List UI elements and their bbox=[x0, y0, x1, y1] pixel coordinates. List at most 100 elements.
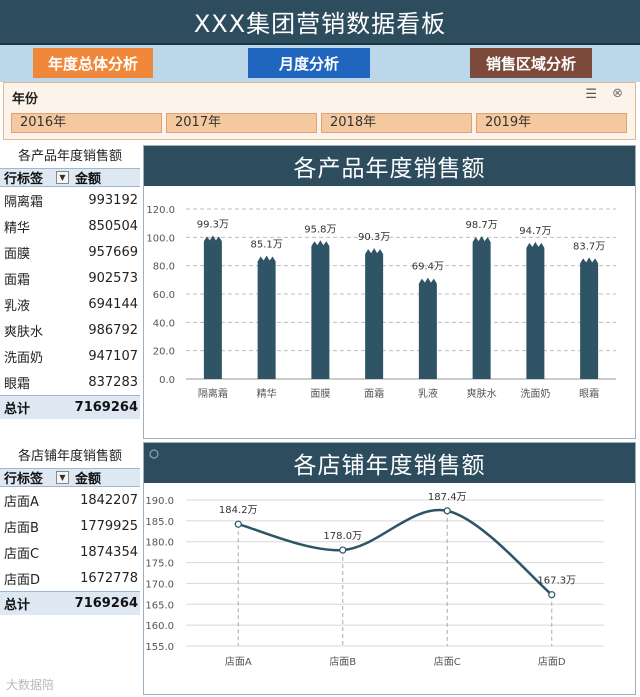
line-point[interactable] bbox=[339, 546, 347, 554]
line-point[interactable] bbox=[443, 507, 451, 515]
y-tick-label: 120.0 bbox=[146, 205, 175, 216]
point-data-label: 187.4万 bbox=[428, 492, 467, 503]
table-row[interactable]: 面膜 957669 bbox=[0, 239, 140, 265]
bar-data-label: 69.4万 bbox=[412, 262, 444, 273]
y-tick-label: 155.0 bbox=[145, 642, 174, 653]
row-amount: 947107 bbox=[88, 348, 138, 364]
table-row[interactable]: 洗面奶 947107 bbox=[0, 343, 140, 369]
slicer-year-2018[interactable]: 2018年 bbox=[321, 113, 472, 133]
bar[interactable] bbox=[203, 235, 222, 379]
x-tick-label: 店面A bbox=[225, 655, 252, 668]
x-tick-label: 店面C bbox=[434, 655, 461, 668]
table-row[interactable]: 店面C 1874354 bbox=[0, 539, 140, 565]
y-tick-label: 190.0 bbox=[145, 496, 174, 507]
product-table-title: 各产品年度销售额 bbox=[17, 149, 122, 164]
x-tick-label: 店面D bbox=[538, 655, 566, 668]
line-point[interactable] bbox=[548, 591, 556, 599]
bar-data-label: 83.7万 bbox=[573, 241, 605, 252]
total-row[interactable]: 总计 7169264 bbox=[0, 395, 140, 419]
store-table-title: 各店铺年度销售额 bbox=[17, 449, 122, 464]
product-sales-chart[interactable]: 各产品年度销售额 0.0 20.0 40.0 60.0 80.0 100.0 120.0 99… bbox=[143, 145, 636, 439]
x-tick-label: 精华 bbox=[257, 387, 277, 400]
row-label: 面膜 bbox=[4, 246, 31, 262]
y-tick-label: 60.0 bbox=[153, 290, 175, 301]
table-row[interactable]: 乳液 694144 bbox=[0, 291, 140, 317]
table-row[interactable]: 店面D 1672778 bbox=[0, 565, 140, 591]
annual-analysis-button[interactable]: 年度总体分析 bbox=[33, 48, 153, 78]
row-label: 精华 bbox=[4, 220, 31, 236]
total-row[interactable]: 总计 7169264 bbox=[0, 591, 140, 615]
row-label: 隔离霜 bbox=[4, 194, 44, 210]
x-tick-label: 店面B bbox=[329, 655, 356, 668]
product-table-header: 行标签 ▼ 金额 bbox=[0, 168, 140, 187]
table-row[interactable]: 店面A 1842207 bbox=[0, 487, 140, 513]
bar[interactable] bbox=[365, 248, 384, 379]
amount-header: 金额 bbox=[75, 172, 102, 187]
bar[interactable] bbox=[526, 241, 545, 379]
row-label: 乳液 bbox=[4, 298, 31, 314]
total-amount: 7169264 bbox=[74, 400, 138, 415]
row-label: 洗面奶 bbox=[4, 350, 44, 366]
bar-data-label: 94.7万 bbox=[519, 226, 551, 237]
row-label-header: 行标签 bbox=[4, 472, 44, 487]
row-label: 店面A bbox=[4, 494, 39, 510]
product-bar-plot: 0.0 20.0 40.0 60.0 80.0 100.0 120.0 99.3万隔离霜 85.… bbox=[146, 205, 616, 400]
table-row[interactable]: 精华 850504 bbox=[0, 213, 140, 239]
store-pivot-table: 各店铺年度销售额 行标签 ▼ 金额 店面A 1842207 店面B 1779925 … bbox=[0, 446, 140, 615]
y-tick-label: 175.0 bbox=[145, 559, 174, 570]
bar-data-label: 98.7万 bbox=[465, 220, 497, 231]
bar[interactable] bbox=[257, 255, 276, 379]
point-data-label: 184.2万 bbox=[219, 505, 258, 516]
y-tick-label: 20.0 bbox=[153, 347, 175, 358]
y-tick-label: 170.0 bbox=[145, 579, 174, 590]
row-amount: 694144 bbox=[88, 296, 138, 312]
x-tick-label: 爽肤水 bbox=[467, 387, 497, 400]
filter-dropdown-icon[interactable]: ▼ bbox=[56, 171, 69, 184]
bar-data-label: 95.8万 bbox=[304, 224, 336, 235]
row-amount: 1842207 bbox=[80, 492, 138, 508]
bar[interactable] bbox=[311, 240, 330, 379]
y-tick-label: 100.0 bbox=[146, 233, 175, 244]
table-row[interactable]: 面霜 902573 bbox=[0, 265, 140, 291]
y-tick-label: 160.0 bbox=[145, 621, 174, 632]
y-tick-label: 165.0 bbox=[145, 600, 174, 611]
bar[interactable] bbox=[580, 257, 599, 379]
point-data-label: 178.0万 bbox=[323, 531, 362, 542]
slicer-year-2016[interactable]: 2016年 bbox=[11, 113, 162, 133]
slicer-title: 年份 bbox=[12, 92, 39, 107]
row-amount: 1672778 bbox=[80, 570, 138, 586]
multi-select-icon[interactable]: ☰ bbox=[585, 87, 597, 102]
bar[interactable] bbox=[418, 277, 437, 379]
total-label: 总计 bbox=[4, 402, 31, 417]
row-label: 店面D bbox=[4, 572, 41, 588]
x-tick-label: 隔离霜 bbox=[198, 387, 228, 400]
x-tick-label: 面膜 bbox=[310, 388, 330, 400]
row-label: 店面C bbox=[4, 546, 40, 562]
slicer-year-2019[interactable]: 2019年 bbox=[476, 113, 627, 133]
line-point[interactable] bbox=[234, 520, 242, 528]
dashboard-header: XXX集团营销数据看板 bbox=[0, 0, 640, 45]
dashboard-title: XXX集团营销数据看板 bbox=[193, 10, 447, 38]
y-tick-label: 0.0 bbox=[159, 375, 175, 386]
chart-handle-icon[interactable] bbox=[149, 449, 159, 459]
clear-filter-icon[interactable]: ⊗ bbox=[612, 86, 623, 101]
row-label: 店面B bbox=[4, 520, 39, 536]
slicer-year-2017[interactable]: 2017年 bbox=[166, 113, 317, 133]
table-row[interactable]: 店面B 1779925 bbox=[0, 513, 140, 539]
row-label: 爽肤水 bbox=[4, 324, 44, 340]
store-table-header: 行标签 ▼ 金额 bbox=[0, 468, 140, 487]
table-row[interactable]: 隔离霜 993192 bbox=[0, 187, 140, 213]
region-analysis-button[interactable]: 销售区域分析 bbox=[470, 48, 592, 78]
total-label: 总计 bbox=[4, 598, 31, 613]
store-sales-chart[interactable]: 各店铺年度销售额 155.0 160.0 165.0 170.0 175.0 180.0 1… bbox=[143, 442, 636, 695]
series-line[interactable] bbox=[237, 508, 553, 596]
y-tick-label: 185.0 bbox=[145, 517, 174, 528]
total-amount: 7169264 bbox=[74, 596, 138, 611]
table-row[interactable]: 眼霜 837283 bbox=[0, 369, 140, 395]
table-row[interactable]: 爽肤水 986792 bbox=[0, 317, 140, 343]
bar[interactable] bbox=[472, 236, 491, 379]
monthly-analysis-button[interactable]: 月度分析 bbox=[248, 48, 370, 78]
row-label: 面霜 bbox=[4, 272, 31, 288]
filter-dropdown-icon[interactable]: ▼ bbox=[56, 471, 69, 484]
row-amount: 1779925 bbox=[80, 518, 138, 534]
